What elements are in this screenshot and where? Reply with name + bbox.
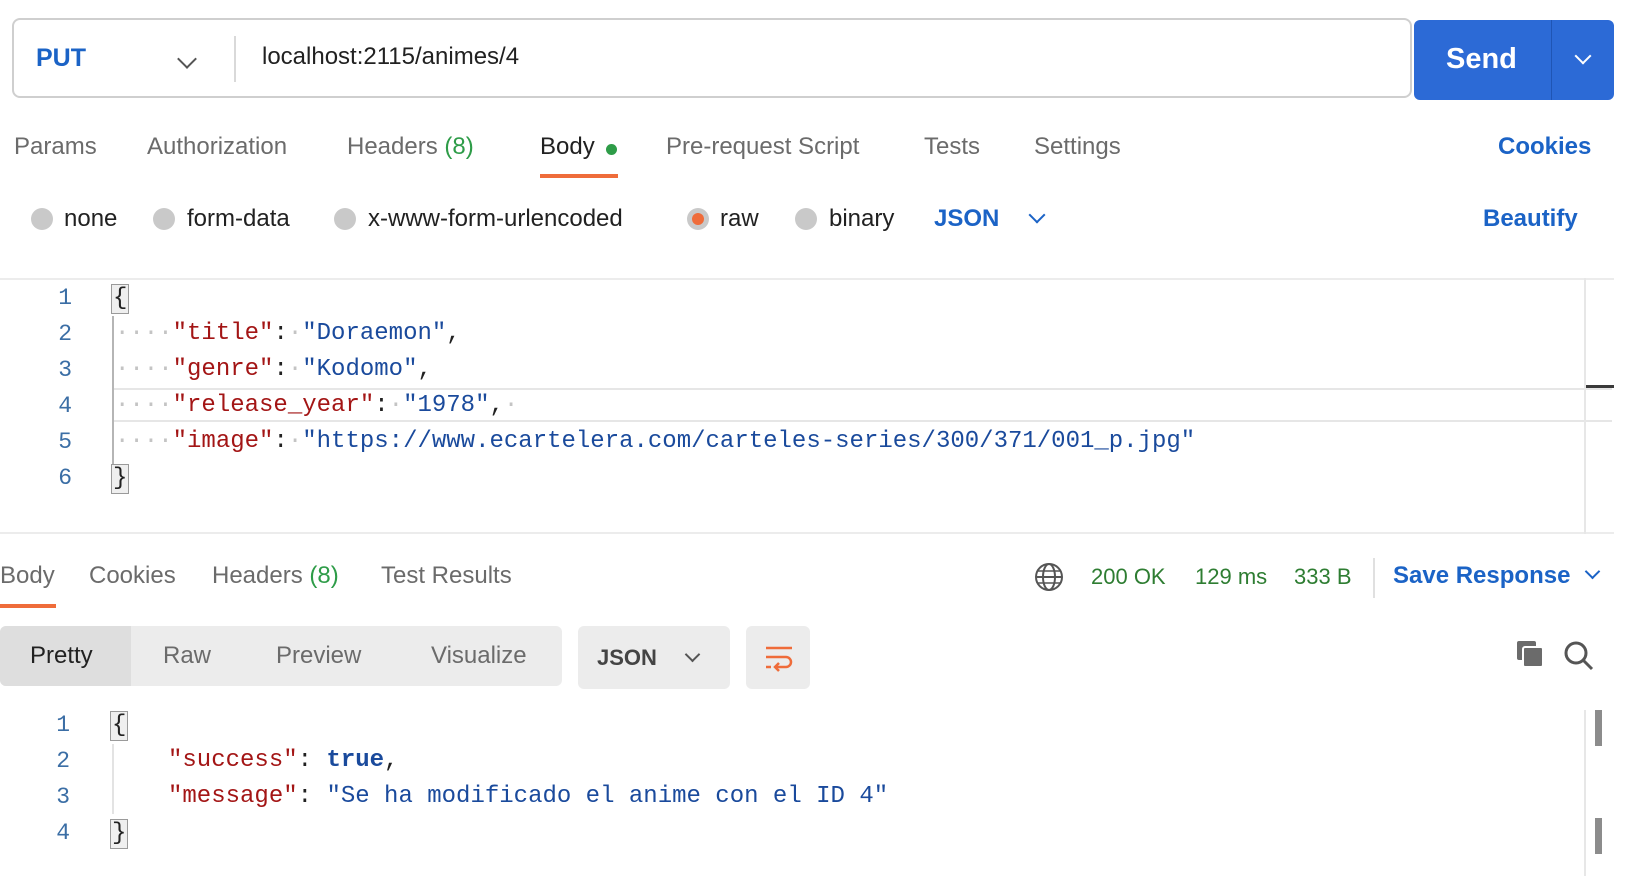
line-number: 4 [56,820,70,846]
scroll-thumb[interactable] [1595,710,1602,746]
json-key: "message" [168,783,298,810]
json-key: "title" [172,320,274,347]
wrap-lines-button[interactable] [746,626,810,689]
radio-urlencoded-label[interactable]: x-www-form-urlencoded [368,205,623,233]
radio-urlencoded[interactable] [334,208,356,230]
send-divider [1551,20,1552,100]
response-time[interactable]: 129 ms [1195,564,1267,590]
json-value: "Se ha modificado el anime con el ID 4" [326,783,889,810]
response-tab-headers-count: (8) [309,562,339,589]
close-brace: } [110,819,129,849]
open-brace: { [111,284,130,314]
line-number: 3 [58,357,72,383]
radio-form-data[interactable] [153,208,175,230]
code-line: ····"image":·"https://www.ecartelera.com… [115,428,1196,455]
body-modified-dot [606,144,617,155]
json-value: "Doraemon" [302,320,447,347]
tab-settings[interactable]: Settings [1034,133,1121,161]
chevron-down-icon[interactable] [1584,563,1601,580]
radio-none-label[interactable]: none [64,205,117,233]
view-visualize[interactable]: Visualize [431,642,527,670]
json-key: "success" [168,747,298,774]
active-response-tab-indicator [0,604,56,608]
tab-headers-count: (8) [444,133,474,160]
scroll-thumb[interactable] [1595,818,1602,854]
code-line: "message": "Se ha modificado el anime co… [168,783,889,810]
save-response-button[interactable]: Save Response [1393,562,1570,590]
tab-headers-label: Headers [347,133,438,160]
line-number: 5 [58,429,72,455]
code-line: ····"release_year":·"1978",· [115,392,519,419]
json-comma: , [446,320,461,347]
radio-form-data-label[interactable]: form-data [187,205,290,233]
response-tab-headers[interactable]: Headers (8) [212,562,339,590]
line-number: 2 [58,321,72,347]
code-line: ····"genre":·"Kodomo", [115,356,432,383]
json-key: "release_year" [172,392,375,419]
globe-icon[interactable] [1034,562,1064,592]
tab-tests[interactable]: Tests [924,133,980,161]
chevron-down-icon[interactable] [1028,206,1046,224]
radio-raw[interactable] [687,208,709,230]
response-tab-test-results[interactable]: Test Results [381,562,512,590]
radio-binary[interactable] [795,208,817,230]
view-pretty[interactable]: Pretty [30,642,93,670]
json-value: true [326,747,385,774]
body-format-select[interactable]: JSON [934,205,999,233]
line-number: 1 [58,285,72,311]
scroll-marker [1586,385,1614,388]
line-number: 4 [58,393,72,419]
response-tab-body[interactable]: Body [0,562,55,590]
tab-params[interactable]: Params [14,133,97,161]
response-format-label[interactable]: JSON [597,645,657,671]
json-value: "1978" [403,392,490,419]
tab-body[interactable]: Body [540,133,595,161]
indent-guide [112,744,114,814]
close-brace: } [111,464,130,494]
response-tab-headers-label: Headers [212,562,303,589]
json-comma: , [417,356,432,383]
line-number: 6 [58,465,72,491]
json-comma: , [489,392,504,419]
cookies-link[interactable]: Cookies [1498,133,1591,161]
tab-headers[interactable]: Headers (8) [347,133,474,161]
url-input[interactable]: localhost:2115/animes/4 [262,43,519,71]
method-select[interactable]: PUT [36,44,86,73]
radio-raw-label[interactable]: raw [720,205,759,233]
code-line: "success": true, [168,747,399,774]
status-code[interactable]: 200 OK [1091,564,1166,590]
json-value: "Kodomo" [302,356,418,383]
json-value: "https://www.ecartelera.com/carteles-ser… [302,428,1196,455]
search-icon[interactable] [1563,640,1595,672]
json-key: "image" [172,428,274,455]
status-divider [1373,558,1375,598]
wrap-lines-icon [766,646,793,672]
line-number: 3 [56,784,70,810]
url-bar [12,18,1412,98]
open-brace: { [110,711,129,741]
active-tab-indicator [540,174,618,178]
beautify-button[interactable]: Beautify [1483,205,1578,233]
copy-icon[interactable] [1516,640,1546,670]
view-raw[interactable]: Raw [163,642,211,670]
radio-none[interactable] [31,208,53,230]
response-scrollbar[interactable] [1584,710,1586,876]
tab-prerequest-script[interactable]: Pre-request Script [666,133,859,161]
json-key: "genre" [172,356,274,383]
response-tab-cookies[interactable]: Cookies [89,562,176,590]
code-line: ····"title":·"Doraemon", [115,320,461,347]
view-preview[interactable]: Preview [276,642,361,670]
radio-binary-label[interactable]: binary [829,205,894,233]
url-divider [234,36,236,82]
tab-authorization[interactable]: Authorization [147,133,287,161]
editor-scrollbar[interactable] [1584,278,1586,534]
line-number: 1 [56,712,70,738]
send-button-label[interactable]: Send [1446,43,1517,76]
indent-guide [112,316,114,470]
line-number: 2 [56,748,70,774]
response-size[interactable]: 333 B [1294,564,1352,590]
